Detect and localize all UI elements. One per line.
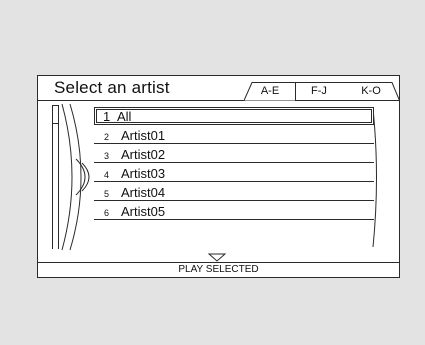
list-item-label: All <box>117 109 132 124</box>
play-selected-label: PLAY SELECTED <box>178 264 259 275</box>
list-item-label: Artist02 <box>121 147 166 162</box>
list-item[interactable]: 5 Artist04 <box>94 183 374 201</box>
list-item[interactable]: 2 Artist01 <box>94 126 374 144</box>
list-item-number: 1 <box>103 109 111 124</box>
list-item[interactable]: 3 Artist02 <box>94 145 374 163</box>
list-item-all[interactable]: 1 All <box>94 107 374 125</box>
artist-select-screen: Select an artist A-E F-J K-O 1 All 2 Art… <box>37 75 400 278</box>
tab-a-e-label: A-E <box>260 85 280 97</box>
chevron-down-icon[interactable] <box>208 253 226 262</box>
tab-k-o-label: K-O <box>361 85 381 97</box>
list-item-number: 6 <box>104 208 110 218</box>
list-item-label: Artist03 <box>121 166 166 181</box>
list-item-number: 2 <box>104 132 110 142</box>
tab-f-j[interactable]: F-J <box>293 82 345 100</box>
list-item-label: Artist01 <box>121 128 166 143</box>
page-title: Select an artist <box>54 78 170 97</box>
list-item-label: Artist04 <box>121 185 166 200</box>
tab-a-e[interactable]: A-E <box>244 82 296 101</box>
play-selected-bar[interactable]: PLAY SELECTED <box>38 262 399 277</box>
tab-k-o[interactable]: K-O <box>342 82 400 101</box>
list-item-label: Artist05 <box>121 204 166 219</box>
list-item-number: 4 <box>104 170 110 180</box>
list-item[interactable]: 4 Artist03 <box>94 164 374 182</box>
tab-f-j-label: F-J <box>311 85 327 97</box>
artist-list: 1 All 2 Artist01 3 Artist02 4 Artist03 5… <box>38 101 399 252</box>
list-item-number: 5 <box>104 189 110 199</box>
header-bar: Select an artist A-E F-J K-O <box>38 76 400 101</box>
list-item-number: 3 <box>104 151 110 161</box>
list-item[interactable]: 6 Artist05 <box>94 202 374 220</box>
